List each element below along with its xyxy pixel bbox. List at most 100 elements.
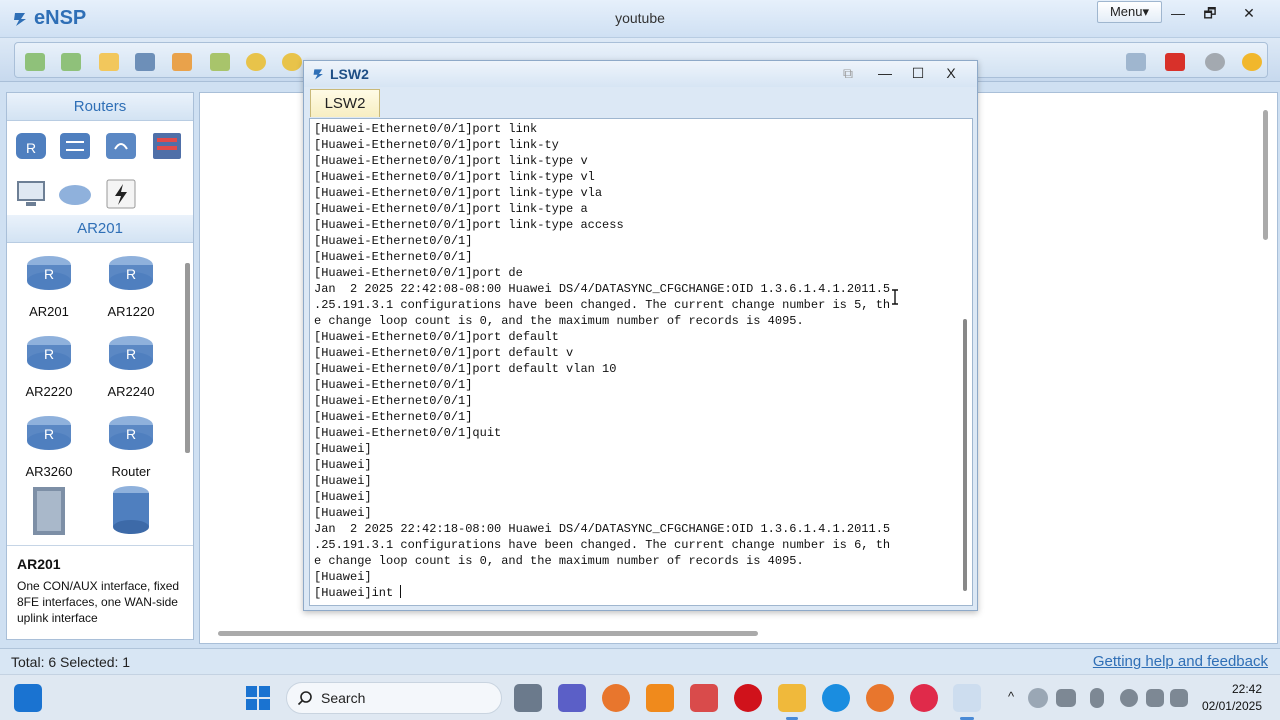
print-icon[interactable] <box>210 53 230 71</box>
huawei-logo-icon[interactable] <box>1165 53 1185 71</box>
svg-text:R: R <box>44 266 54 282</box>
terminal-line: [Huawei-Ethernet0/0/1]port default v <box>314 346 574 360</box>
terminal-line: [Huawei-Ethernet0/0/1]port default <box>314 330 559 344</box>
task-view-icon[interactable] <box>514 684 542 712</box>
canvas-horizontal-scrollbar[interactable] <box>218 631 758 636</box>
keyboard-icon[interactable] <box>1056 689 1076 707</box>
cli-terminal[interactable]: [Huawei-Ethernet0/0/1]port link [Huawei-E… <box>309 118 973 606</box>
terminal-input-text: [Huawei]int <box>314 586 401 600</box>
window-title: youtube <box>615 10 665 26</box>
cli-close-button[interactable]: X <box>938 63 964 83</box>
terminal-line: [Huawei-Ethernet0/0/1]port link <box>314 122 538 136</box>
chat-icon[interactable] <box>1126 53 1146 71</box>
taskbar-search[interactable]: Search <box>286 682 502 714</box>
svg-text:R: R <box>126 266 136 282</box>
chevron-up-icon[interactable]: ^ <box>1008 689 1014 704</box>
close-button[interactable]: ✕ <box>1234 2 1264 24</box>
windows-start-icon[interactable] <box>244 684 272 712</box>
help-icon[interactable] <box>1242 53 1262 71</box>
description-text: One CON/AUX interface, fixed 8FE interfa… <box>17 579 180 625</box>
clock-time[interactable]: 22:42 <box>1196 682 1262 696</box>
opera-icon[interactable] <box>734 684 762 712</box>
device-label: Router <box>111 464 151 479</box>
device-list-scrollbar[interactable] <box>183 263 193 463</box>
save-icon[interactable] <box>135 53 155 71</box>
search-label: Search <box>321 690 366 706</box>
ensp-taskbar-icon[interactable] <box>953 684 981 712</box>
new-topology-icon[interactable] <box>25 53 45 71</box>
firefox-icon-2[interactable] <box>866 684 894 712</box>
onedrive-icon[interactable] <box>1028 688 1048 708</box>
cloud-category-icon[interactable] <box>57 177 93 211</box>
wlan-category-icon[interactable] <box>103 129 139 163</box>
help-feedback-link[interactable]: Getting help and feedback <box>1093 653 1268 670</box>
terminal-line: [Huawei] <box>314 490 372 504</box>
device-label: AR3260 <box>25 464 73 479</box>
device-ar3260[interactable]: R AR3260 <box>9 411 89 479</box>
undo-icon[interactable] <box>246 53 266 71</box>
router-icon: R <box>27 416 71 450</box>
speaker-icon[interactable] <box>1146 689 1164 707</box>
terminal-line: [Huawei-Ethernet0/0/1]port link-type vl <box>314 170 595 184</box>
terminal-line: [Huawei-Ethernet0/0/1]port default vlan … <box>314 362 617 376</box>
device-ar201[interactable]: R AR201 <box>9 251 89 319</box>
firefox-icon[interactable] <box>602 684 630 712</box>
device-ar2220[interactable]: R AR2220 <box>9 331 89 399</box>
cli-maximize-button[interactable]: ☐ <box>905 63 931 83</box>
chassis-router-icon[interactable] <box>29 485 69 535</box>
terminal-line: [Huawei-Ethernet0/0/1]port link-type v <box>314 154 588 168</box>
terminal-input-line[interactable]: [Huawei]int <box>314 585 956 601</box>
canvas-vertical-scrollbar[interactable] <box>1263 110 1268 240</box>
terminal-line: e change loop count is 0, and the maximu… <box>314 314 804 328</box>
restore-button[interactable]: 🗗 <box>1195 2 1225 24</box>
terminal-line: Jan 2 2025 22:42:08-08:00 Huawei DS/4/DA… <box>314 282 891 296</box>
vlc-icon[interactable] <box>646 684 674 712</box>
firewall-category-icon[interactable] <box>149 129 185 163</box>
section-routers[interactable]: Routers <box>7 93 193 121</box>
cli-minimize-button[interactable]: — <box>872 63 898 83</box>
pc-category-icon[interactable] <box>13 177 49 211</box>
redo-icon[interactable] <box>282 53 302 71</box>
cluster-router-icon[interactable] <box>111 485 151 535</box>
device-label: AR1220 <box>107 304 155 319</box>
terminal-line: [Huawei] <box>314 474 372 488</box>
cli-titlebar[interactable]: LSW2 ⧉ — ☐ X <box>304 61 977 87</box>
router-icon: R <box>109 416 153 450</box>
edge-icon[interactable] <box>822 684 850 712</box>
terminal-line: Jan 2 2025 22:42:18-08:00 Huawei DS/4/DA… <box>314 522 891 536</box>
file-explorer-icon[interactable] <box>778 684 806 712</box>
recorder-icon[interactable] <box>910 684 938 712</box>
store-icon[interactable] <box>690 684 718 712</box>
gear-icon[interactable] <box>1205 53 1225 71</box>
svg-text:R: R <box>26 140 36 156</box>
device-router[interactable]: R Router <box>91 411 171 479</box>
terminal-line: [Huawei-Ethernet0/0/1]port link-type vla <box>314 186 603 200</box>
router-category-icon[interactable]: R <box>13 129 49 163</box>
terminal-line: [Huawei-Ethernet0/0/1]port link-type a <box>314 202 588 216</box>
save-as-icon[interactable] <box>172 53 192 71</box>
battery-icon[interactable] <box>1170 689 1188 707</box>
connection-category-icon[interactable] <box>103 177 139 211</box>
device-ar2240[interactable]: R AR2240 <box>91 331 171 399</box>
widgets-icon[interactable] <box>14 684 42 712</box>
cli-restore-button[interactable]: ⧉ <box>835 63 861 83</box>
new-example-icon[interactable] <box>61 53 81 71</box>
app-titlebar: eNSP youtube Menu▾ — 🗗 ✕ <box>0 0 1280 38</box>
device-label: AR2220 <box>25 384 73 399</box>
globe-icon[interactable] <box>1120 689 1138 707</box>
open-icon[interactable] <box>99 53 119 71</box>
terminal-line: [Huawei-Ethernet0/0/1] <box>314 410 473 424</box>
terminal-line: [Huawei-Ethernet0/0/1]quit <box>314 426 502 440</box>
terminal-scrollbar[interactable] <box>959 119 971 605</box>
clock-date[interactable]: 02/01/2025 <box>1190 699 1262 713</box>
section-ar201[interactable]: AR201 <box>7 215 193 243</box>
microphone-icon[interactable] <box>1090 688 1104 708</box>
teams-icon[interactable] <box>558 684 586 712</box>
switch-category-icon[interactable] <box>57 129 93 163</box>
terminal-line: [Huawei-Ethernet0/0/1] <box>314 234 473 248</box>
tab-lsw2[interactable]: LSW2 <box>310 89 380 117</box>
device-ar1220[interactable]: R AR1220 <box>91 251 171 319</box>
text-cursor-icon <box>892 289 898 305</box>
minimize-button[interactable]: — <box>1163 2 1193 24</box>
menu-button[interactable]: Menu▾ <box>1097 1 1162 23</box>
